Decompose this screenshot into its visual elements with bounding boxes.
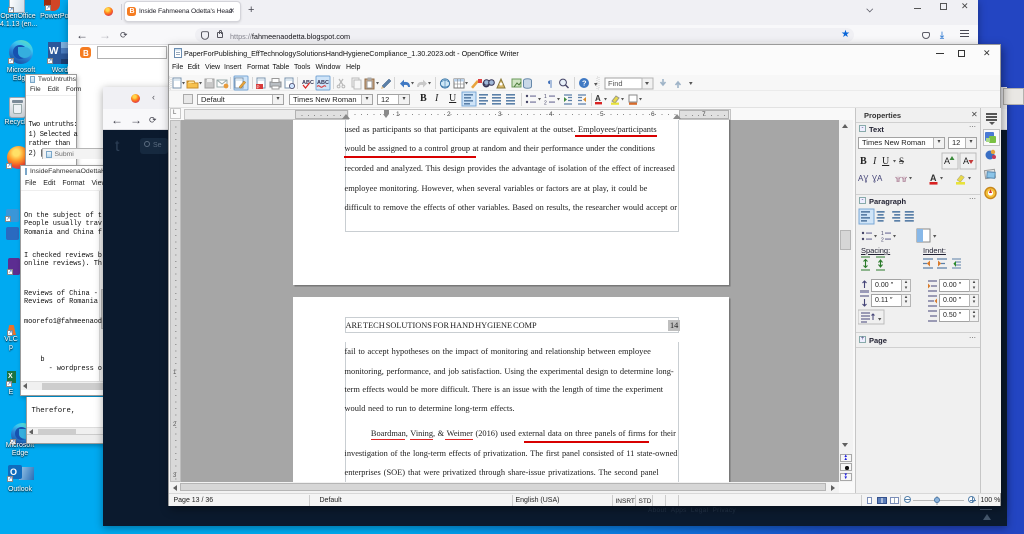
svg-text:2: 2: [544, 101, 547, 107]
svg-text:¶: ¶: [548, 79, 552, 89]
svg-text:A: A: [595, 94, 601, 103]
svg-text:AƔ: AƔ: [858, 174, 868, 183]
svg-text:Find: Find: [608, 79, 623, 88]
svg-text:S: S: [899, 156, 904, 166]
svg-text:1: 1: [544, 94, 547, 100]
svg-text:U: U: [882, 156, 890, 167]
svg-text:B: B: [860, 156, 867, 167]
svg-text:۩۩: ۩۩: [895, 174, 907, 183]
svg-text:I: I: [872, 156, 877, 167]
svg-text:P: P: [257, 84, 260, 89]
svg-text:?: ?: [582, 79, 587, 88]
svg-text:1: 1: [881, 231, 884, 237]
svg-text:2: 2: [881, 238, 884, 244]
svg-text:A: A: [963, 156, 969, 166]
svg-text:ABC: ABC: [317, 80, 329, 86]
svg-text:A: A: [930, 173, 937, 183]
svg-text:ƔA: ƔA: [872, 174, 883, 183]
svg-text:A: A: [944, 156, 950, 166]
